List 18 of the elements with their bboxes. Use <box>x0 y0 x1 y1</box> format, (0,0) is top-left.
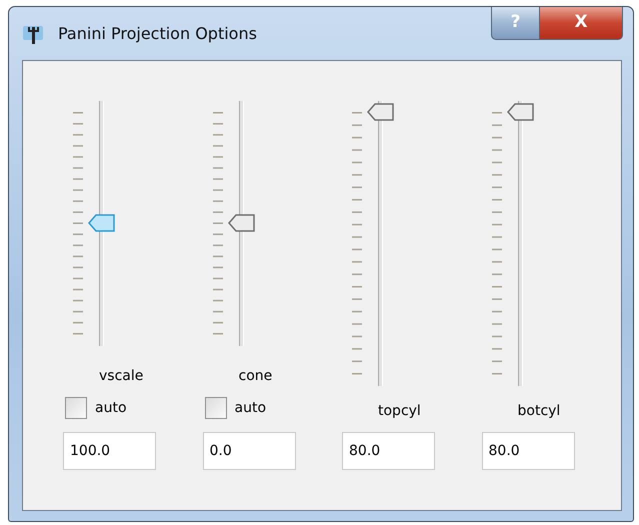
close-button[interactable]: X <box>540 7 623 40</box>
slider-label: topcyl <box>378 402 422 421</box>
checkbox-label[interactable]: auto <box>95 398 127 418</box>
value-field[interactable]: 80.0 <box>342 432 435 470</box>
slider-thumb[interactable] <box>367 103 395 121</box>
slider-label: botcyl <box>518 402 562 421</box>
slider-label: cone <box>238 367 274 386</box>
slider-thumb[interactable] <box>88 214 116 232</box>
value-field[interactable]: 80.0 <box>482 432 574 470</box>
checkbox[interactable] <box>65 397 87 419</box>
slider-thumb[interactable] <box>228 214 256 232</box>
slider-label: vscale <box>99 367 144 386</box>
value-field[interactable]: 100.0 <box>63 432 156 470</box>
checkbox[interactable] <box>204 397 226 419</box>
value-field[interactable]: 0.0 <box>202 432 296 470</box>
checkbox-label[interactable]: auto <box>234 398 266 418</box>
window-title: Panini Projection Options <box>58 22 257 44</box>
slider-thumb[interactable] <box>506 103 534 121</box>
